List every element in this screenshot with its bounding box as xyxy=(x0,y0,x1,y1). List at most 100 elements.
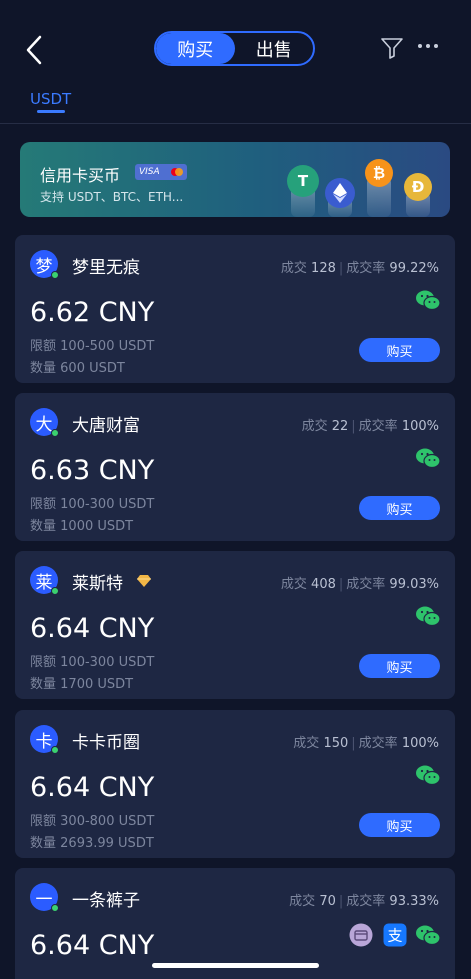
asset-tabs: USDT xyxy=(0,84,471,124)
avatar-initial: 莱 xyxy=(35,572,53,593)
avatar: 莱 xyxy=(30,566,59,595)
merchant-name[interactable]: 一条裤子 xyxy=(72,886,140,911)
back-icon[interactable] xyxy=(22,34,50,66)
tab-usdt[interactable]: USDT xyxy=(30,90,71,108)
avatar-initial: 梦 xyxy=(35,256,53,277)
diamond-badge-icon xyxy=(137,575,151,587)
trades-count: 22 xyxy=(331,419,349,434)
online-indicator xyxy=(51,904,59,912)
limit-value: 100-500 USDT xyxy=(60,339,155,354)
ethereum-icon xyxy=(325,178,355,208)
price: 6.64 CNY xyxy=(30,930,155,961)
wechat-pay-icon xyxy=(416,925,441,946)
avatar-initial: 一 xyxy=(35,889,53,910)
merchant-card[interactable]: 大 大唐财富 成交 22 | 成交率 100% 6.63 CNY 限额 100-30… xyxy=(15,393,455,541)
bitcoin-icon: ₿ xyxy=(365,159,393,187)
limit-range: 限额 100-300 USDT xyxy=(30,493,154,512)
rate-label: 成交率 xyxy=(358,419,398,434)
avatar: 梦 xyxy=(30,250,59,279)
merchant-card[interactable]: 莱 莱斯特 成交 408 | 成交率 99.03% 6.64 CNY 限额 100-… xyxy=(15,551,455,699)
trades-count: 150 xyxy=(323,736,349,751)
wechat-pay-icon xyxy=(416,448,441,469)
quantity-value: 600 USDT xyxy=(60,361,125,376)
quantity-value: 1700 USDT xyxy=(60,677,134,692)
filter-icon[interactable] xyxy=(380,36,404,60)
price: 6.63 CNY xyxy=(30,455,155,486)
limit-label: 限额 xyxy=(30,814,57,829)
online-indicator xyxy=(51,587,59,595)
rate-label: 成交率 xyxy=(346,577,386,592)
tab-sell[interactable]: 出售 xyxy=(235,33,314,64)
tab-buy[interactable]: 购买 xyxy=(156,33,235,64)
buy-sell-toggle: 购买 出售 xyxy=(154,31,315,66)
merchant-card[interactable]: 卡 卡卡币圈 成交 150 | 成交率 100% 6.64 CNY 限额 300-8… xyxy=(15,710,455,858)
limit-label: 限额 xyxy=(30,497,57,512)
available-quantity: 数量 1000 USDT xyxy=(30,515,133,534)
top-bar: 购买 出售 xyxy=(0,0,471,96)
completion-rate: 100% xyxy=(401,419,439,434)
quantity-label: 数量 xyxy=(30,836,57,851)
limit-range: 限额 300-800 USDT xyxy=(30,810,154,829)
avatar: 大 xyxy=(30,408,59,437)
limit-value: 100-300 USDT xyxy=(60,497,155,512)
tether-icon: T xyxy=(287,165,319,197)
limit-range: 限额 100-300 USDT xyxy=(30,651,154,670)
avatar-initial: 大 xyxy=(35,414,53,435)
completion-rate: 99.03% xyxy=(389,577,439,592)
bank-card-icon xyxy=(349,923,373,947)
completion-rate: 93.33% xyxy=(389,894,439,909)
available-quantity: 数量 600 USDT xyxy=(30,357,125,376)
rate-label: 成交率 xyxy=(346,261,386,276)
credit-card-banner[interactable]: 信用卡买币 VISA 支持 USDT、BTC、ETH... T ₿ Ð xyxy=(20,142,450,217)
rate-label: 成交率 xyxy=(346,894,386,909)
merchant-stats: 成交 70 | 成交率 93.33% xyxy=(289,894,439,909)
trades-label: 成交 xyxy=(280,261,307,276)
tab-indicator xyxy=(37,110,65,113)
trades-label: 成交 xyxy=(289,894,316,909)
wechat-pay-icon xyxy=(416,290,441,311)
online-indicator xyxy=(51,429,59,437)
buy-button[interactable]: 购买 xyxy=(359,654,440,678)
svg-text:支: 支 xyxy=(387,927,402,945)
limit-range: 限额 100-500 USDT xyxy=(30,335,154,354)
merchant-stats: 成交 22 | 成交率 100% xyxy=(301,419,439,434)
banner-title: 信用卡买币 xyxy=(40,166,121,185)
buy-button[interactable]: 购买 xyxy=(359,338,440,362)
avatar: 卡 xyxy=(30,725,59,754)
online-indicator xyxy=(51,746,59,754)
limit-label: 限额 xyxy=(30,655,57,670)
avatar: 一 xyxy=(30,883,59,912)
merchant-stats: 成交 408 | 成交率 99.03% xyxy=(280,577,439,592)
merchant-name[interactable]: 梦里无痕 xyxy=(72,253,140,278)
price: 6.64 CNY xyxy=(30,613,155,644)
limit-value: 100-300 USDT xyxy=(60,655,155,670)
trades-count: 70 xyxy=(319,894,336,909)
home-indicator[interactable] xyxy=(152,963,319,968)
more-icon[interactable] xyxy=(416,40,440,52)
mastercard-icon xyxy=(171,168,183,176)
dogecoin-icon: Ð xyxy=(404,173,432,201)
price: 6.64 CNY xyxy=(30,772,155,803)
buy-button[interactable]: 购买 xyxy=(359,813,440,837)
merchant-stats: 成交 128 | 成交率 99.22% xyxy=(280,261,439,276)
limit-value: 300-800 USDT xyxy=(60,814,155,829)
card-badge: VISA xyxy=(135,164,187,180)
wechat-pay-icon xyxy=(416,765,441,786)
trades-count: 128 xyxy=(311,261,336,276)
trades-count: 408 xyxy=(311,577,336,592)
limit-label: 限额 xyxy=(30,339,57,354)
quantity-label: 数量 xyxy=(30,361,57,376)
quantity-value: 1000 USDT xyxy=(60,519,134,534)
merchant-name[interactable]: 卡卡币圈 xyxy=(72,728,140,753)
merchant-name[interactable]: 莱斯特 xyxy=(72,569,123,594)
quantity-label: 数量 xyxy=(30,519,57,534)
merchant-card[interactable]: 梦 梦里无痕 成交 128 | 成交率 99.22% 6.62 CNY 限额 100… xyxy=(15,235,455,383)
buy-button[interactable]: 购买 xyxy=(359,496,440,520)
merchant-name[interactable]: 大唐财富 xyxy=(72,411,140,436)
wechat-pay-icon xyxy=(416,606,441,627)
avatar-initial: 卡 xyxy=(35,731,53,752)
price: 6.62 CNY xyxy=(30,297,155,328)
visa-label: VISA xyxy=(139,167,160,177)
alipay-icon: 支 xyxy=(383,923,407,947)
completion-rate: 100% xyxy=(401,736,439,751)
